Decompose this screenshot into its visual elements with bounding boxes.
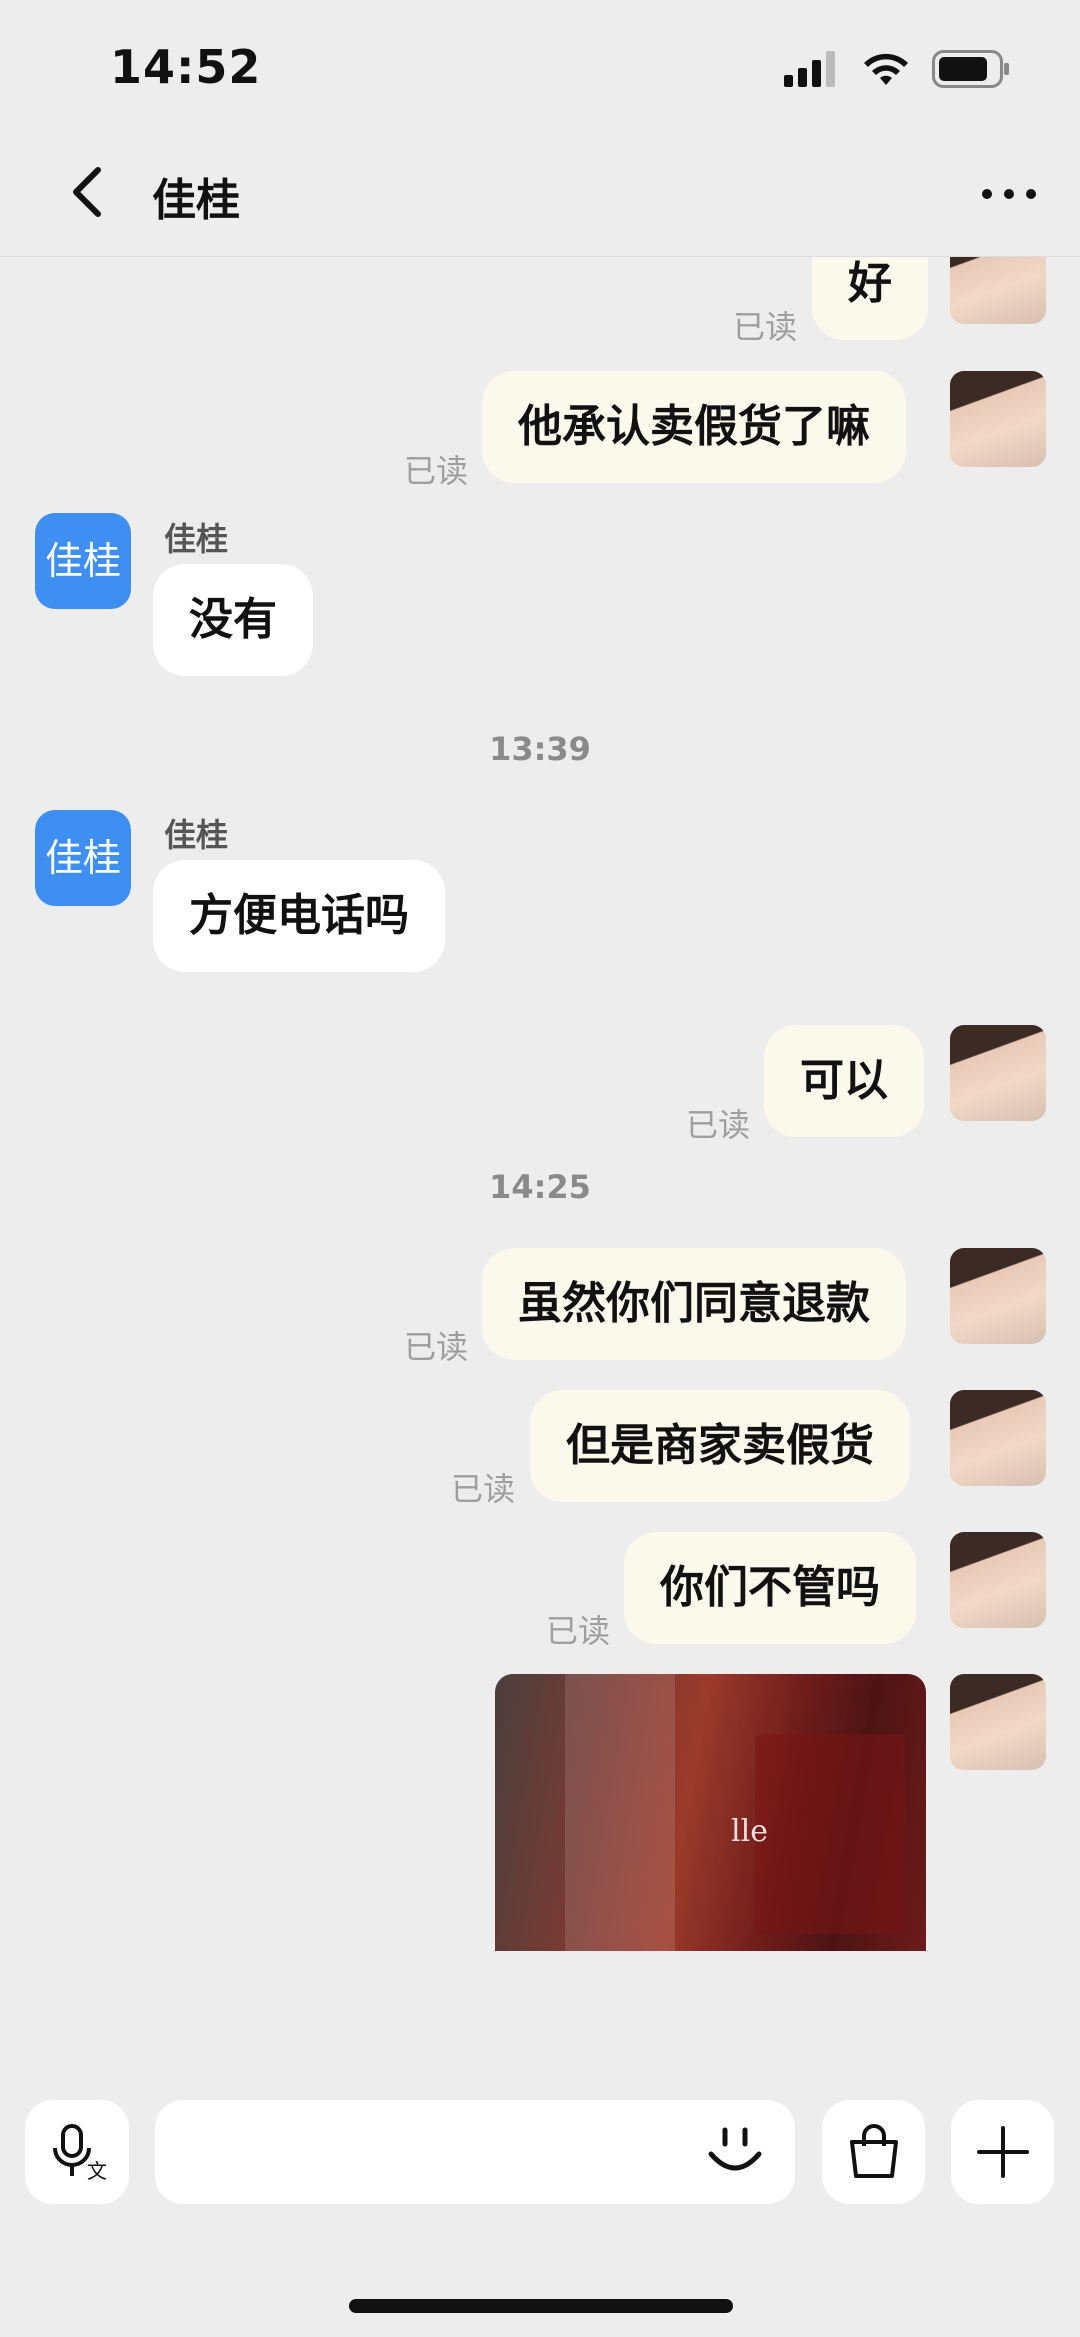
message-image[interactable]: lle <box>495 1674 926 1951</box>
read-status: 已读 <box>546 1612 611 1650</box>
plus-icon <box>976 2126 1029 2178</box>
message-bubble[interactable]: 方便电话吗 <box>153 860 445 972</box>
sender-name: 佳桂 <box>164 816 229 854</box>
chat-area: 好 已读 他承认卖假货了嘛 已读 佳桂 佳桂 没有 13:39 佳桂 佳桂 方便… <box>0 0 1080 2037</box>
message-bubble[interactable]: 没有 <box>153 564 313 676</box>
message-bubble[interactable]: 虽然你们同意退款 <box>482 1248 906 1360</box>
my-avatar[interactable] <box>950 1248 1046 1344</box>
message-bubble[interactable]: 但是商家卖假货 <box>530 1390 910 1502</box>
timestamp: 14:25 <box>489 1168 591 1206</box>
timestamp: 13:39 <box>489 730 591 768</box>
read-status: 已读 <box>733 308 798 346</box>
read-status: 已读 <box>686 1106 751 1144</box>
svg-text:文: 文 <box>87 2159 107 2182</box>
image-text: lle <box>731 1814 768 1849</box>
message-bubble[interactable]: 你们不管吗 <box>624 1532 916 1644</box>
my-avatar[interactable] <box>950 1674 1046 1770</box>
shopping-bag-icon <box>849 2124 898 2178</box>
emoji-icon[interactable] <box>705 2122 765 2182</box>
message-bubble[interactable]: 好 <box>812 257 928 340</box>
sender-name: 佳桂 <box>164 520 229 558</box>
glass-reflection <box>565 1674 675 1951</box>
my-avatar[interactable] <box>950 1532 1046 1628</box>
read-status: 已读 <box>451 1470 516 1508</box>
input-bar: 文 <box>0 2100 1080 2204</box>
microphone-icon: 文 <box>53 2124 107 2182</box>
voice-button[interactable]: 文 <box>25 2100 129 2204</box>
add-button[interactable] <box>951 2100 1054 2204</box>
home-indicator <box>349 2299 733 2313</box>
read-status: 已读 <box>404 452 469 490</box>
bottle-label <box>755 1734 905 1934</box>
my-avatar[interactable] <box>950 1025 1046 1121</box>
my-avatar[interactable] <box>950 371 1046 467</box>
read-status: 已读 <box>404 1328 469 1366</box>
contact-avatar[interactable]: 佳桂 <box>35 513 131 609</box>
my-avatar[interactable] <box>950 257 1046 324</box>
message-input[interactable] <box>155 2100 795 2204</box>
my-avatar[interactable] <box>950 1390 1046 1486</box>
message-bubble[interactable]: 可以 <box>764 1025 924 1137</box>
shop-button[interactable] <box>822 2100 925 2204</box>
contact-avatar[interactable]: 佳桂 <box>35 810 131 906</box>
message-bubble[interactable]: 他承认卖假货了嘛 <box>482 371 906 483</box>
